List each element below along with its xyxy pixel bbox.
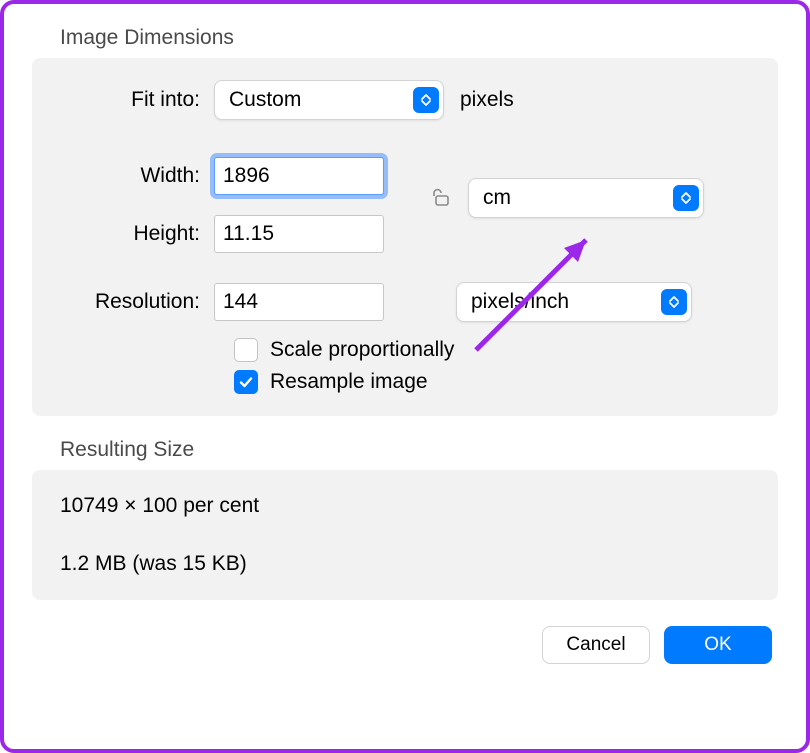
scale-proportionally-row: Scale proportionally <box>54 338 756 362</box>
dialog-buttons: Cancel OK <box>32 626 778 664</box>
chevron-updown-icon <box>673 185 699 211</box>
width-input[interactable] <box>214 157 384 195</box>
height-label: Height: <box>54 222 214 246</box>
result-size: 1.2 MB (was 15 KB) <box>60 552 750 576</box>
resample-image-row: Resample image <box>54 370 756 394</box>
chevron-updown-icon <box>661 289 687 315</box>
resolution-input[interactable] <box>214 283 384 321</box>
scale-proportionally-checkbox[interactable] <box>234 338 258 362</box>
dimensions-unit-value: cm <box>483 186 511 210</box>
image-dimensions-title: Image Dimensions <box>32 26 778 50</box>
height-row: Height: <box>54 212 756 256</box>
dimensions-unit-select[interactable]: cm <box>468 178 704 218</box>
resolution-unit-select[interactable]: pixels/inch <box>456 282 692 322</box>
resolution-unit-value: pixels/inch <box>471 290 569 314</box>
fit-into-row: Fit into: Custom pixels <box>54 78 756 122</box>
fit-into-select[interactable]: Custom <box>214 80 444 120</box>
image-dimensions-panel: Fit into: Custom pixels Width: cm <box>32 58 778 416</box>
resolution-row: Resolution: pixels/inch <box>54 280 756 324</box>
fit-into-unit: pixels <box>460 88 514 112</box>
resulting-size-panel: 10749 × 100 per cent 1.2 MB (was 15 KB) <box>32 470 778 600</box>
resulting-size-title: Resulting Size <box>32 438 778 462</box>
fit-into-value: Custom <box>229 88 301 112</box>
ok-button[interactable]: OK <box>664 626 772 664</box>
resolution-label: Resolution: <box>54 290 214 314</box>
result-percent: 10749 × 100 per cent <box>60 494 750 518</box>
lock-open-icon[interactable] <box>430 185 456 211</box>
chevron-updown-icon <box>413 87 439 113</box>
width-label: Width: <box>54 164 214 188</box>
cancel-button[interactable]: Cancel <box>542 626 650 664</box>
width-row: Width: cm <box>54 154 756 198</box>
fit-into-label: Fit into: <box>54 88 214 112</box>
scale-proportionally-label: Scale proportionally <box>270 338 454 362</box>
height-input[interactable] <box>214 215 384 253</box>
resample-image-label: Resample image <box>270 370 428 394</box>
resample-image-checkbox[interactable] <box>234 370 258 394</box>
